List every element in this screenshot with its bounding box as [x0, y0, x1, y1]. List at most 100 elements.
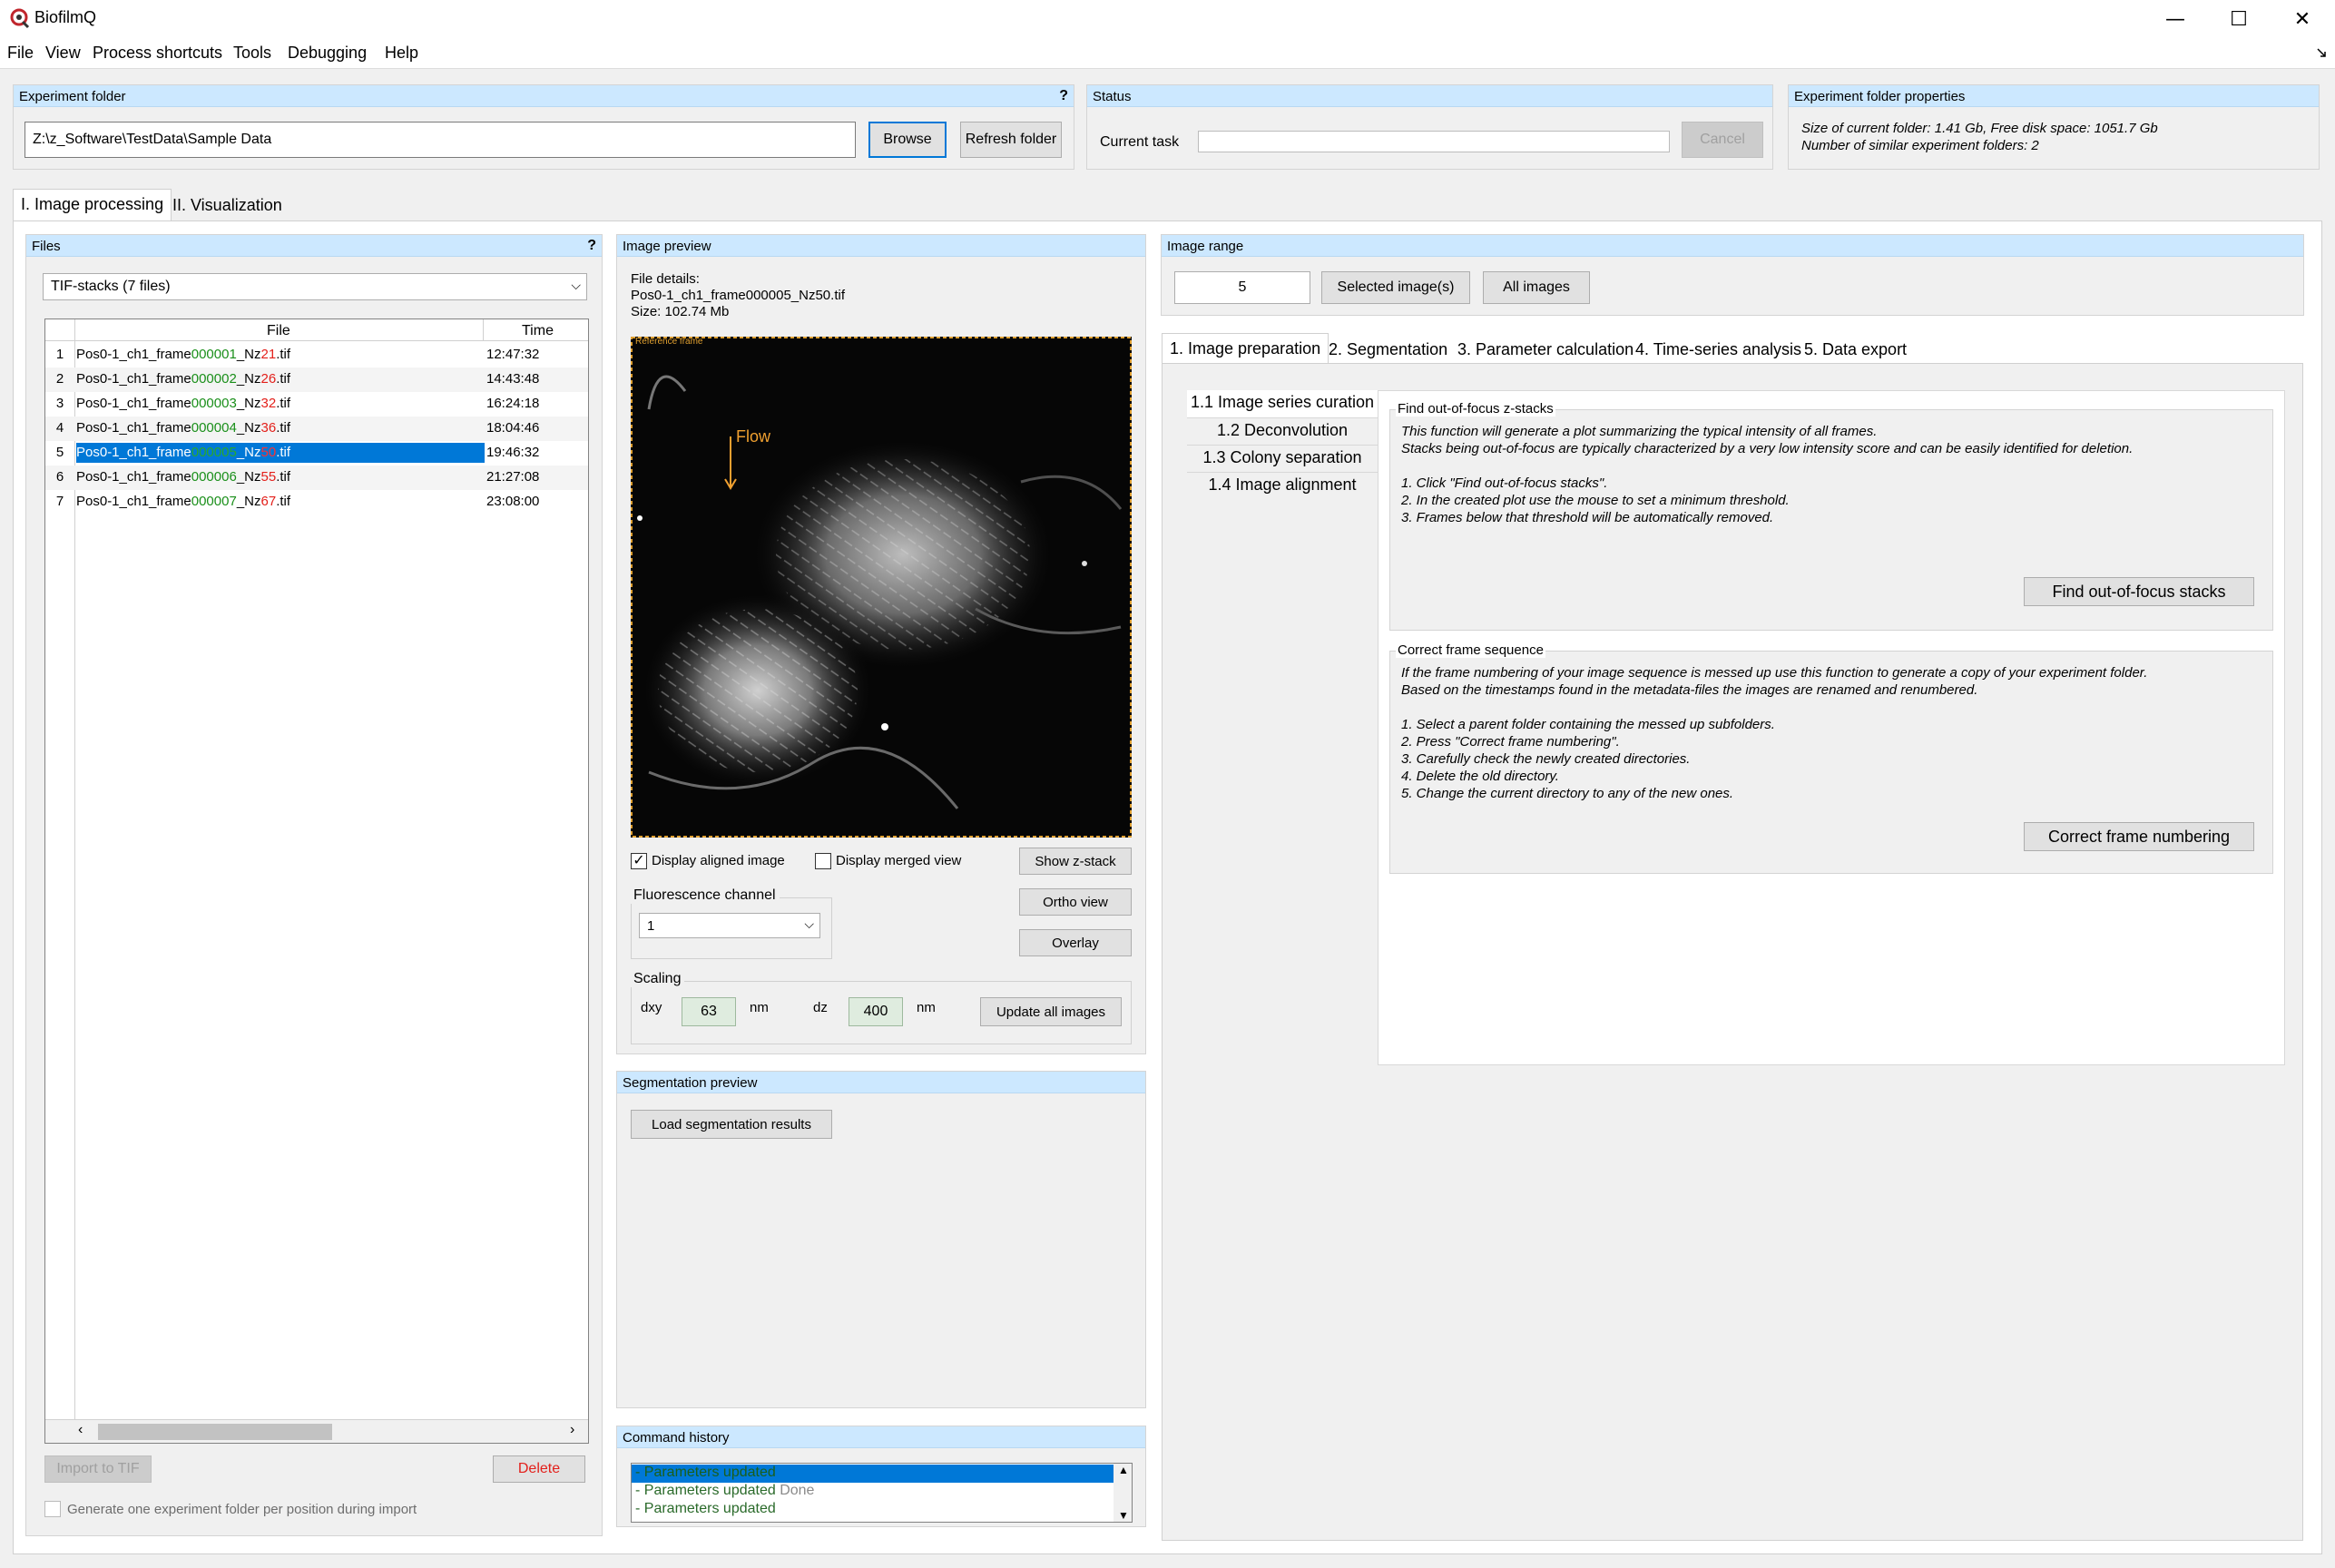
filename-nz: _Nz — [236, 469, 261, 485]
experiment-folder-title: Experiment folder — [19, 89, 126, 104]
undock-arrow-icon[interactable] — [2316, 47, 2327, 58]
tab-image-processing[interactable]: I. Image processing — [13, 189, 172, 221]
row-index: 2 — [55, 371, 64, 387]
description-line: 2. In the created plot use the mouse to … — [1401, 493, 1790, 508]
generate-folder-checkbox[interactable] — [44, 1501, 61, 1517]
close-button[interactable]: ✕ — [2271, 0, 2334, 38]
table-row[interactable]: 3 Pos0-1_ch1_frame000003_Nz32.tif 16:24:18 — [45, 392, 588, 416]
cancel-button[interactable]: Cancel — [1682, 122, 1763, 158]
import-to-tif-button[interactable]: Import to TIF — [44, 1455, 152, 1483]
description-line: 1. Select a parent folder containing the… — [1401, 717, 1775, 732]
files-panel: Files? TIF-stacks (7 files) ⌵ File Time 1… — [25, 234, 603, 1536]
help-icon[interactable]: ? — [1059, 88, 1068, 104]
minimize-button[interactable]: — — [2144, 0, 2207, 38]
load-segmentation-button[interactable]: Load segmentation results — [631, 1110, 832, 1139]
command-status: Done — [775, 1483, 815, 1498]
menu-file[interactable]: File — [7, 44, 34, 63]
image-range-input[interactable]: 5 — [1174, 271, 1310, 304]
menu-help[interactable]: Help — [385, 44, 418, 63]
chevron-down-icon: ⌵ — [804, 916, 814, 931]
image-preview-panel: Image preview File details: Pos0-1_ch1_f… — [616, 234, 1146, 1054]
table-row[interactable]: 1 Pos0-1_ch1_frame000001_Nz21.tif 12:47:32 — [45, 343, 588, 368]
overlay-button[interactable]: Overlay — [1019, 929, 1132, 956]
table-row[interactable]: 6 Pos0-1_ch1_frame000006_Nz55.tif 21:27:08 — [45, 466, 588, 490]
segmentation-preview-header: Segmentation preview — [617, 1072, 1145, 1093]
row-index: 1 — [55, 347, 64, 362]
tab-segmentation[interactable]: 2. Segmentation — [1321, 335, 1455, 365]
find-out-of-focus-button[interactable]: Find out-of-focus stacks — [2024, 577, 2254, 606]
menu-tools[interactable]: Tools — [233, 44, 271, 63]
minimize-icon: — — [2165, 7, 2185, 31]
table-row[interactable]: 2 Pos0-1_ch1_frame000002_Nz26.tif 14:43:48 — [45, 368, 588, 392]
table-row[interactable]: 7 Pos0-1_ch1_frame000007_Nz67.tif 23:08:00 — [45, 490, 588, 514]
similar-folders-text: Number of similar experiment folders: 2 — [1801, 138, 2039, 153]
scroll-thumb[interactable] — [98, 1424, 332, 1440]
app-logo-icon — [10, 8, 30, 29]
update-all-images-button[interactable]: Update all images — [980, 997, 1122, 1026]
ortho-view-button[interactable]: Ortho view — [1019, 888, 1132, 916]
task-progress-bar — [1198, 131, 1670, 152]
show-zstack-button[interactable]: Show z-stack — [1019, 848, 1132, 875]
menu-view[interactable]: View — [45, 44, 81, 63]
delete-button[interactable]: Delete — [493, 1455, 585, 1483]
menu-process-shortcuts[interactable]: Process shortcuts — [93, 44, 222, 63]
filename-nz-value: 21 — [260, 347, 277, 362]
files-table[interactable]: File Time 1 Pos0-1_ch1_frame000001_Nz21.t… — [44, 318, 589, 1444]
all-images-button[interactable]: All images — [1483, 271, 1590, 304]
row-index: 4 — [55, 420, 64, 436]
menu-debugging[interactable]: Debugging — [288, 44, 367, 63]
sidenav-image-alignment[interactable]: 1.4 Image alignment — [1187, 472, 1378, 499]
filename-ext: .tif — [276, 347, 291, 362]
refresh-folder-button[interactable]: Refresh folder — [960, 122, 1062, 158]
scroll-up-icon[interactable]: ▲ — [1118, 1464, 1129, 1476]
help-icon[interactable]: ? — [587, 238, 596, 254]
description-line: This function will generate a plot summa… — [1401, 424, 1878, 439]
filename-prefix: Pos0-1_ch1_frame — [76, 494, 191, 509]
generate-folder-label: Generate one experiment folder per posit… — [67, 1502, 417, 1517]
command-text: - Parameters updated — [635, 1465, 776, 1480]
tab-parameter-calculation[interactable]: 3. Parameter calculation — [1450, 335, 1641, 365]
command-history-item[interactable]: - Parameters updated Done — [632, 1483, 1114, 1501]
vertical-scrollbar[interactable]: ▲ ▼ — [1114, 1464, 1132, 1522]
tab-visualization[interactable]: II. Visualization — [165, 191, 289, 220]
image-preview-header: Image preview — [617, 235, 1145, 257]
command-history-list[interactable]: - Parameters updated - Parameters updated… — [631, 1463, 1133, 1523]
display-merged-checkbox[interactable] — [815, 853, 831, 869]
microscopy-image[interactable] — [631, 337, 1132, 838]
col-file-header[interactable]: File — [267, 323, 290, 339]
table-row[interactable]: 5 Pos0-1_ch1_frame000005_Nz50.tif 19:46:32 — [45, 441, 588, 466]
scroll-down-icon[interactable]: ▼ — [1118, 1509, 1129, 1522]
selected-images-button[interactable]: Selected image(s) — [1321, 271, 1470, 304]
sidenav-image-series-curation[interactable]: 1.1 Image series curation — [1187, 390, 1378, 417]
dz-input[interactable]: 400 — [849, 997, 903, 1026]
dxy-label: dxy — [641, 1000, 662, 1015]
dxy-input[interactable]: 63 — [682, 997, 736, 1026]
description-line: If the frame numbering of your image seq… — [1401, 665, 2148, 681]
folder-path-input[interactable]: Z:\z_Software\TestData\Sample Data — [25, 122, 856, 158]
display-aligned-checkbox[interactable]: ✓ — [631, 853, 647, 869]
scroll-left-icon[interactable]: ‹ — [78, 1422, 83, 1438]
sidenav-deconvolution[interactable]: 1.2 Deconvolution — [1187, 417, 1378, 445]
scroll-right-icon[interactable]: › — [570, 1422, 574, 1438]
menu-bar: File View Process shortcuts Tools Debugg… — [0, 38, 2335, 69]
title-bar: BiofilmQ — ☐ ✕ — [0, 0, 2335, 38]
tab-data-export[interactable]: 5. Data export — [1797, 335, 1914, 365]
row-time: 18:04:46 — [486, 420, 540, 436]
fluorescence-channel-label: Fluorescence channel — [630, 887, 780, 904]
command-history-panel: Command history - Parameters updated - Pa… — [616, 1426, 1146, 1527]
command-history-item[interactable]: - Parameters updated — [632, 1465, 1114, 1483]
tab-time-series-analysis[interactable]: 4. Time-series analysis — [1628, 335, 1809, 365]
maximize-button[interactable]: ☐ — [2207, 0, 2271, 38]
col-time-header[interactable]: Time — [522, 323, 554, 339]
browse-button[interactable]: Browse — [868, 122, 947, 158]
file-type-dropdown[interactable]: TIF-stacks (7 files) ⌵ — [43, 273, 587, 300]
horizontal-scrollbar[interactable]: ‹ › — [45, 1419, 588, 1443]
table-row[interactable]: 4 Pos0-1_ch1_frame000004_Nz36.tif 18:04:46 — [45, 416, 588, 441]
fluorescence-channel-dropdown[interactable]: 1 ⌵ — [639, 913, 820, 938]
correct-frame-numbering-button[interactable]: Correct frame numbering — [2024, 822, 2254, 851]
file-details-name: Pos0-1_ch1_frame000005_Nz50.tif — [631, 288, 845, 303]
tab-image-preparation[interactable]: 1. Image preparation — [1162, 333, 1329, 364]
image-range-panel: Image range 5 Selected image(s) All imag… — [1161, 234, 2304, 316]
command-history-item[interactable]: - Parameters updated — [632, 1501, 1114, 1519]
sidenav-colony-separation[interactable]: 1.3 Colony separation — [1187, 445, 1378, 472]
